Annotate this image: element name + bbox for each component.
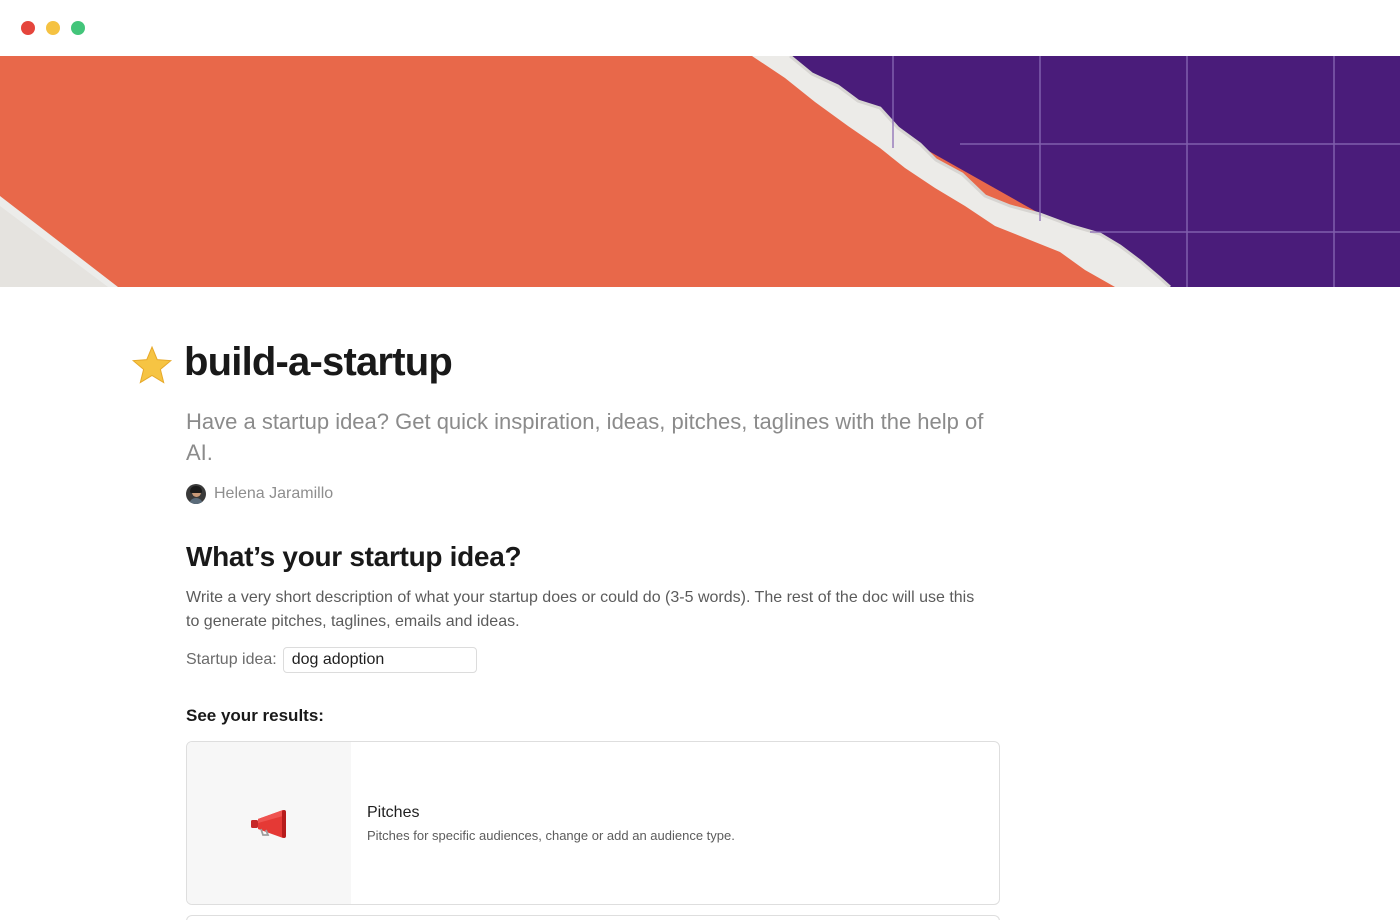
card-title: Pitches <box>367 804 420 821</box>
startup-idea-row: Startup idea: <box>186 647 477 673</box>
next-card-edge[interactable] <box>186 915 1000 920</box>
card-description: Pitches for specific audiences, change o… <box>367 828 735 843</box>
page-title[interactable]: build-a-startup <box>184 340 453 385</box>
card-thumbnail <box>187 742 351 904</box>
author-name: Helena Jaramillo <box>214 485 334 502</box>
section-description: Write a very short description of what y… <box>186 589 975 630</box>
cover-image <box>0 56 1400 287</box>
card-body: Pitches Pitches for specific audiences, … <box>351 742 735 904</box>
window-titlebar <box>0 0 1400 56</box>
author-byline: Helena Jaramillo <box>186 484 333 504</box>
startup-idea-label: Startup idea: <box>186 651 277 668</box>
startup-idea-input[interactable] <box>282 647 477 673</box>
results-heading: See your results: <box>186 706 324 725</box>
pitches-card[interactable]: Pitches Pitches for specific audiences, … <box>186 741 1000 905</box>
close-window-button[interactable] <box>21 21 35 35</box>
megaphone-icon <box>251 810 286 838</box>
avatar <box>186 484 206 504</box>
section-heading: What’s your startup idea? <box>186 541 522 572</box>
minimize-window-button[interactable] <box>46 21 60 35</box>
page-subtitle: Have a startup idea? Get quick inspirati… <box>186 409 984 465</box>
zoom-window-button[interactable] <box>71 21 85 35</box>
star-icon[interactable] <box>130 344 174 388</box>
